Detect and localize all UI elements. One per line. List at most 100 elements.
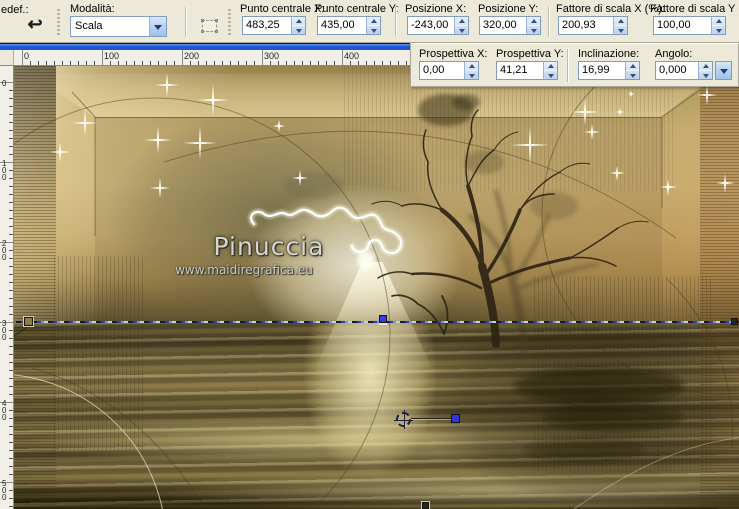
perspective-y-value: 41,21: [500, 64, 528, 76]
ruler-tick: [94, 61, 95, 65]
ruler-tick: [9, 154, 13, 155]
deform-rect-button[interactable]: [196, 14, 222, 38]
ruler-tick: [9, 298, 13, 299]
ruler-tick: [9, 130, 13, 131]
spinner-buttons[interactable]: [526, 17, 540, 34]
sparkle-icon: [584, 124, 600, 140]
ruler-label: 100: [104, 51, 120, 61]
ruler-tick: [9, 498, 13, 499]
ruler-tick: [9, 138, 13, 139]
ruler-corner: [0, 50, 14, 66]
ruler-tick: [126, 61, 127, 65]
spinner-buttons[interactable]: [698, 62, 712, 79]
ruler-tick: [9, 434, 13, 435]
ruler-label: 2 0 0: [2, 239, 7, 262]
ruler-label: 300: [264, 51, 280, 61]
app-window: edef.: ↩ Modalità: Scala Punto centrale …: [0, 0, 739, 509]
ruler-tick: [350, 61, 351, 65]
position-y-label: Posizione Y:: [478, 3, 539, 15]
spinner-buttons[interactable]: [711, 17, 725, 34]
scale-x-value: 200,93: [562, 19, 596, 31]
mode-select[interactable]: Scala: [70, 16, 167, 37]
ruler-tick: [70, 61, 71, 65]
image-canvas[interactable]: Pinuccia www.maidiregrafica.eu: [14, 66, 739, 509]
center-y-label: Punto centrale Y:: [315, 3, 399, 15]
deform-rect-icon: [200, 19, 218, 33]
position-x-label: Posizione X:: [405, 3, 467, 15]
sparkle-icon: [273, 120, 285, 132]
ruler-label: 5 0 0: [2, 479, 7, 502]
angle-field[interactable]: 0,000: [655, 61, 713, 80]
scale-x-label: Fattore di scala X (%):: [556, 3, 665, 15]
sparkle-icon: [72, 110, 98, 136]
ruler-tick: [9, 90, 13, 91]
ruler-tick: [398, 61, 399, 65]
spinner-buttons[interactable]: [454, 17, 468, 34]
ruler-tick: [326, 61, 327, 65]
reset-arrow-button[interactable]: ↩: [22, 11, 48, 37]
ruler-tick: [46, 61, 47, 65]
angle-dropdown-button[interactable]: [715, 61, 732, 80]
rotation-pivot-icon[interactable]: [394, 410, 413, 429]
position-x-field[interactable]: -243,00: [407, 16, 469, 35]
ruler-tick: [9, 426, 13, 427]
ruler-tick: [278, 61, 279, 65]
ruler-tick: [9, 450, 13, 451]
sparkle-icon: [150, 178, 170, 198]
deform-handle-left[interactable]: [24, 317, 33, 326]
scale-y-label: Fattore di scala Y (%):: [650, 3, 739, 15]
ruler-tick: [9, 282, 13, 283]
ruler-tick: [9, 386, 13, 387]
toolbar-separator: [395, 7, 397, 37]
center-x-field[interactable]: 483,25: [242, 16, 306, 35]
scale-y-field[interactable]: 100,00: [653, 16, 726, 35]
deform-handle-bottom[interactable]: [422, 502, 429, 509]
ruler-tick: [214, 61, 215, 65]
ruler-tick: [9, 194, 13, 195]
tool-options-toolbar: edef.: ↩ Modalità: Scala Punto centrale …: [0, 0, 739, 43]
ruler-tick: [9, 474, 13, 475]
spinner-buttons[interactable]: [291, 17, 305, 34]
ruler-tick: [382, 61, 383, 65]
ruler-tick: [318, 61, 319, 65]
mode-value: Scala: [75, 20, 103, 32]
deform-handle-right[interactable]: [731, 318, 738, 325]
ruler-tick: [9, 314, 13, 315]
spinner-buttons[interactable]: [625, 62, 639, 79]
center-y-field[interactable]: 435,00: [317, 16, 381, 35]
deform-bounding-line[interactable]: [16, 321, 739, 323]
perspective-toolbar-panel: Prospettiva X: 0,00 Prospettiva Y: 41,21…: [410, 43, 739, 87]
ruler-tick: [238, 61, 239, 65]
ruler-tick: [390, 61, 391, 65]
perspective-x-field[interactable]: 0,00: [419, 61, 479, 80]
spinner-buttons[interactable]: [543, 62, 557, 79]
ruler-tick: [9, 410, 13, 411]
ruler-tick: [9, 218, 13, 219]
ruler-tick: [118, 61, 119, 65]
deform-handle-center[interactable]: [379, 315, 387, 323]
sparkle-icon: [697, 85, 717, 105]
ruler-tick: [334, 61, 335, 65]
skew-field[interactable]: 16,99: [578, 61, 640, 80]
ruler-tick: [206, 61, 207, 65]
ruler-tick: [286, 61, 287, 65]
rotation-handle[interactable]: [451, 414, 460, 423]
angle-label: Angolo:: [655, 48, 693, 60]
vertical-ruler[interactable]: 0 1 0 0 2 0 0 3 0 0 4 0 0 5 0 0: [0, 66, 14, 509]
perspective-y-label: Prospettiva Y:: [496, 48, 564, 60]
spinner-buttons[interactable]: [366, 17, 380, 34]
ruler-tick: [166, 61, 167, 65]
chevron-down-icon[interactable]: [149, 17, 166, 36]
spinner-buttons[interactable]: [464, 62, 478, 79]
perspective-y-field[interactable]: 41,21: [496, 61, 558, 80]
mode-label: Modalità:: [70, 3, 115, 15]
ruler-tick: [9, 458, 13, 459]
ruler-label: 0: [24, 51, 30, 61]
position-y-field[interactable]: 320,00: [479, 16, 541, 35]
ruler-tick: [270, 61, 271, 65]
center-x-label: Punto centrale X:: [240, 3, 325, 15]
scale-x-field[interactable]: 200,93: [558, 16, 628, 35]
ruler-tick: [374, 61, 375, 65]
ruler-tick: [262, 50, 263, 65]
spinner-buttons[interactable]: [613, 17, 627, 34]
